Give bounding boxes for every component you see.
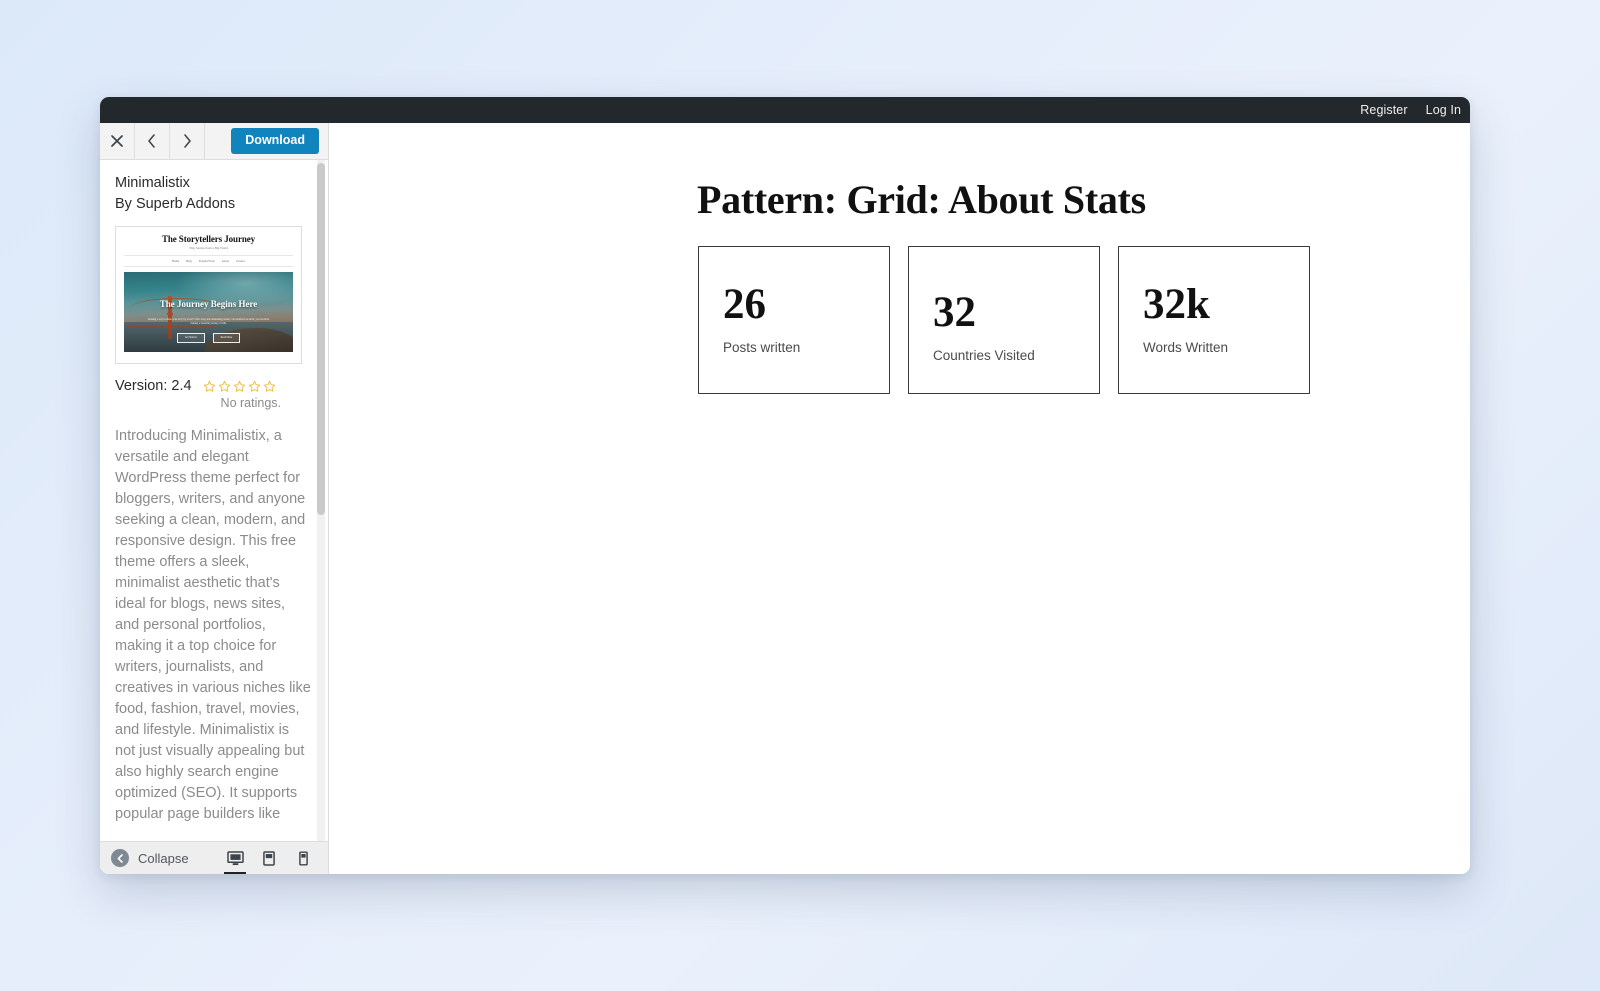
collapse-arrow-icon xyxy=(117,853,123,863)
no-ratings-label: No ratings. xyxy=(220,396,281,411)
sidebar-scrollbar[interactable] xyxy=(317,163,325,515)
theme-description: Introducing Minimalistix, a versatile an… xyxy=(115,428,311,823)
browser-window: Register Log In Download Minimalistix By… xyxy=(100,97,1470,874)
screenshot-hero-heading: The Journey Begins Here xyxy=(159,299,258,310)
desktop-preview-button[interactable] xyxy=(224,842,246,874)
theme-name: Minimalistix xyxy=(115,175,190,191)
screenshot-hero-image: The Journey Begins Here Seeking a way to… xyxy=(124,272,293,353)
rating-stars xyxy=(203,380,276,393)
stat-label: Countries Visited xyxy=(933,348,1035,363)
stat-value: 32 xyxy=(933,289,976,336)
stats-grid: 26 Posts written 32 Countries Visited 32… xyxy=(698,246,1470,394)
screenshot-site-title: The Storytellers Journey xyxy=(161,234,256,245)
customizer-sidebar: Download Minimalistix By Superb Addons T… xyxy=(100,123,329,874)
theme-author: By Superb Addons xyxy=(115,196,236,213)
stat-value: 32k xyxy=(1143,281,1210,328)
screenshot-hero-button: Get Started xyxy=(176,332,205,343)
star-icon xyxy=(248,380,260,392)
mobile-preview-button[interactable] xyxy=(292,842,314,875)
collapse-label[interactable]: Collapse xyxy=(138,851,189,866)
device-preview-switcher xyxy=(224,842,314,875)
screenshot-nav-item: Blog xyxy=(186,259,192,264)
wp-admin-bar: Register Log In xyxy=(100,97,1470,123)
tablet-preview-button[interactable] xyxy=(258,842,280,875)
stat-label: Posts written xyxy=(723,340,801,355)
sidebar-footer: Collapse xyxy=(100,841,328,874)
mobile-icon xyxy=(298,850,308,866)
toolbar-spacer xyxy=(205,123,232,159)
stat-value: 26 xyxy=(723,281,766,328)
star-icon xyxy=(203,380,215,392)
register-link[interactable]: Register xyxy=(1351,97,1416,123)
stat-card: 26 Posts written xyxy=(698,246,890,394)
sidebar-body: Minimalistix By Superb Addons The Storyt… xyxy=(100,160,328,841)
star-icon xyxy=(233,380,245,392)
theme-version: Version: 2.4 xyxy=(115,378,192,395)
stat-card: 32k Words Written xyxy=(1118,246,1310,394)
stat-card: 32 Countries Visited xyxy=(908,246,1100,394)
screenshot-nav-item: About xyxy=(221,259,229,264)
tablet-icon xyxy=(263,850,275,866)
sidebar-toolbar: Download xyxy=(100,123,328,160)
screenshot-hero-button: Read More xyxy=(212,332,241,343)
previous-theme-button[interactable] xyxy=(135,123,170,159)
screenshot-nav-item: Contact xyxy=(235,259,245,264)
screenshot-nav-item: Popular Posts xyxy=(198,259,215,264)
star-icon xyxy=(263,380,275,392)
download-button[interactable]: Download xyxy=(231,128,319,154)
collapse-button[interactable] xyxy=(111,849,129,867)
close-button[interactable] xyxy=(100,123,135,159)
page-title: Pattern: Grid: About Stats xyxy=(697,177,1146,222)
star-icon xyxy=(218,380,230,392)
next-theme-button[interactable] xyxy=(170,123,205,159)
screenshot-nav-item: Home xyxy=(172,259,180,264)
screenshot-nav: Home Blog Popular Posts About Contact xyxy=(124,255,293,268)
screenshot-inner: The Storytellers Journey Tiny Stories fr… xyxy=(116,227,301,353)
chevron-right-icon xyxy=(184,134,191,148)
desktop-icon xyxy=(226,850,244,865)
stat-label: Words Written xyxy=(1143,340,1229,355)
theme-screenshot[interactable]: The Storytellers Journey Tiny Stories fr… xyxy=(115,226,302,365)
admin-bar-links: Register Log In xyxy=(1351,97,1470,123)
version-row: Version: 2.4 xyxy=(115,378,313,394)
screenshot-hero-text: Seeking a way to share your story by tra… xyxy=(147,317,270,326)
theme-preview-pane: Pattern: Grid: About Stats 26 Posts writ… xyxy=(329,123,1470,874)
login-link[interactable]: Log In xyxy=(1417,97,1470,123)
screenshot-tagline: Tiny Stories from a Big World xyxy=(189,246,228,251)
chevron-left-icon xyxy=(148,134,155,148)
close-icon xyxy=(111,135,123,147)
screenshot-hero-buttons: Get Started Read More xyxy=(124,332,293,343)
